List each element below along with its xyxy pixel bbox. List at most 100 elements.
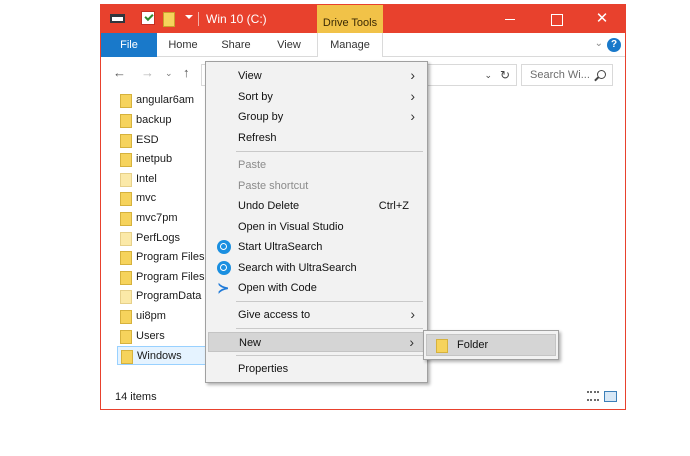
- ribbon-tabs: File Home Share View Manage ⌄ ?: [101, 33, 625, 57]
- close-button[interactable]: ✕: [579, 5, 625, 33]
- tab-view[interactable]: View: [269, 33, 309, 57]
- list-item[interactable]: mvc: [117, 189, 217, 208]
- menu-item-label: Open with Code: [238, 282, 317, 294]
- menu-item-open-visual-studio[interactable]: Open in Visual Studio: [208, 217, 425, 237]
- menu-item-sort-by[interactable]: Sort by ›: [208, 87, 425, 107]
- menu-item-search-ultrasearch[interactable]: Search with UltraSearch: [208, 258, 425, 278]
- menu-item-label: New: [239, 337, 262, 349]
- menu-item-label: Search with UltraSearch: [238, 262, 357, 274]
- minimize-button[interactable]: [487, 5, 533, 33]
- menu-separator: [236, 301, 423, 302]
- menu-item-label: Folder: [457, 339, 489, 351]
- maximize-button[interactable]: [533, 5, 579, 33]
- vscode-icon: ≻: [217, 280, 230, 297]
- ultrasearch-icon: [217, 261, 231, 275]
- menu-item-new[interactable]: New ›: [208, 332, 425, 352]
- folder-icon: [120, 251, 132, 265]
- file-name: Users: [136, 330, 165, 342]
- list-item[interactable]: ESD: [117, 131, 217, 150]
- file-name: mvc7pm: [136, 212, 178, 224]
- file-name: ui8pm: [136, 310, 166, 322]
- list-item[interactable]: PerfLogs: [117, 229, 217, 248]
- keyboard-shortcut: Ctrl+Z: [378, 200, 409, 212]
- title-bar[interactable]: Win 10 (C:) Drive Tools ✕: [101, 5, 625, 33]
- list-item[interactable]: Program Files: [117, 248, 217, 267]
- list-item[interactable]: mvc7pm: [117, 209, 217, 228]
- details-view-icon[interactable]: [587, 391, 599, 401]
- submenu-item-folder[interactable]: Folder: [426, 334, 556, 356]
- drive-icon: [110, 14, 125, 23]
- list-item[interactable]: Users: [117, 327, 217, 346]
- menu-item-paste-shortcut: Paste shortcut: [208, 176, 425, 196]
- folder-icon: [120, 94, 132, 108]
- submenu-arrow-icon: ›: [409, 334, 414, 350]
- menu-item-label: Undo Delete: [238, 200, 300, 212]
- file-name: PerfLogs: [136, 232, 181, 244]
- customize-toolbar-icon[interactable]: [185, 15, 193, 19]
- folder-icon: [120, 271, 132, 285]
- list-item[interactable]: ProgramData: [117, 287, 217, 306]
- menu-item-label: Sort by: [238, 91, 273, 103]
- submenu-arrow-icon: ›: [410, 67, 415, 83]
- folder-icon: [120, 173, 132, 187]
- file-name: ProgramData: [136, 290, 202, 302]
- file-name: inetpub: [136, 153, 173, 165]
- new-folder-icon[interactable]: [163, 12, 175, 27]
- expand-ribbon-icon[interactable]: ⌄: [595, 38, 603, 49]
- menu-item-give-access[interactable]: Give access to ›: [208, 305, 425, 325]
- tab-manage[interactable]: Manage: [317, 33, 383, 57]
- menu-item-label: Group by: [238, 111, 284, 123]
- recent-locations-icon[interactable]: ⌄: [165, 68, 173, 79]
- folder-icon: [120, 212, 132, 226]
- tab-home[interactable]: Home: [163, 33, 203, 57]
- forward-icon[interactable]: →: [141, 65, 154, 80]
- list-item[interactable]: Program Files: [117, 268, 217, 287]
- window-title: Win 10 (C:): [206, 12, 267, 26]
- drive-tools-context-tab[interactable]: Drive Tools: [317, 5, 383, 33]
- list-item[interactable]: angular6am: [117, 91, 217, 110]
- menu-item-properties[interactable]: Properties: [208, 359, 425, 379]
- list-item[interactable]: inetpub: [117, 150, 217, 169]
- file-name: mvc: [136, 192, 157, 204]
- refresh-icon[interactable]: ↻: [500, 68, 510, 82]
- list-item-selected[interactable]: Windows: [117, 346, 217, 365]
- menu-item-open-with-code[interactable]: ≻ Open with Code: [208, 278, 425, 298]
- up-icon[interactable]: ↑: [183, 65, 190, 80]
- folder-icon: [120, 330, 132, 344]
- list-item[interactable]: Intel: [117, 170, 217, 189]
- address-dropdown-icon[interactable]: ⌄: [484, 70, 492, 81]
- menu-item-label: Start UltraSearch: [238, 241, 323, 253]
- submenu-arrow-icon: ›: [410, 108, 415, 124]
- large-icons-view-icon[interactable]: [604, 391, 617, 402]
- folder-icon: [120, 232, 132, 246]
- menu-item-label: Open in Visual Studio: [238, 221, 344, 233]
- search-box[interactable]: Search Wi...: [521, 64, 613, 86]
- menu-item-label: Refresh: [238, 132, 277, 144]
- tab-share[interactable]: Share: [216, 33, 256, 57]
- back-icon[interactable]: ←: [113, 65, 126, 80]
- menu-separator: [236, 328, 423, 329]
- help-icon[interactable]: ?: [607, 38, 621, 52]
- submenu-arrow-icon: ›: [410, 88, 415, 104]
- search-icon[interactable]: [597, 70, 606, 79]
- list-item[interactable]: ui8pm: [117, 307, 217, 326]
- file-name: Program Files: [136, 271, 205, 283]
- file-name: ESD: [136, 134, 159, 146]
- menu-item-refresh[interactable]: Refresh: [208, 128, 425, 148]
- menu-item-label: Give access to: [238, 309, 311, 321]
- list-item[interactable]: backup: [117, 111, 217, 130]
- submenu-arrow-icon: ›: [410, 306, 415, 322]
- folder-icon: [121, 350, 133, 364]
- menu-item-label: Paste: [238, 159, 267, 171]
- menu-item-start-ultrasearch[interactable]: Start UltraSearch: [208, 237, 425, 257]
- menu-item-undo-delete[interactable]: Undo Delete Ctrl+Z: [208, 196, 425, 216]
- menu-item-label: Paste shortcut: [238, 180, 309, 192]
- menu-item-view[interactable]: View ›: [208, 66, 425, 86]
- properties-icon[interactable]: [141, 11, 155, 25]
- file-name: backup: [136, 114, 172, 126]
- folder-icon: [120, 192, 132, 206]
- menu-separator: [236, 151, 423, 152]
- tab-file[interactable]: File: [101, 33, 157, 57]
- menu-item-group-by[interactable]: Group by ›: [208, 107, 425, 127]
- title-separator: [198, 12, 199, 26]
